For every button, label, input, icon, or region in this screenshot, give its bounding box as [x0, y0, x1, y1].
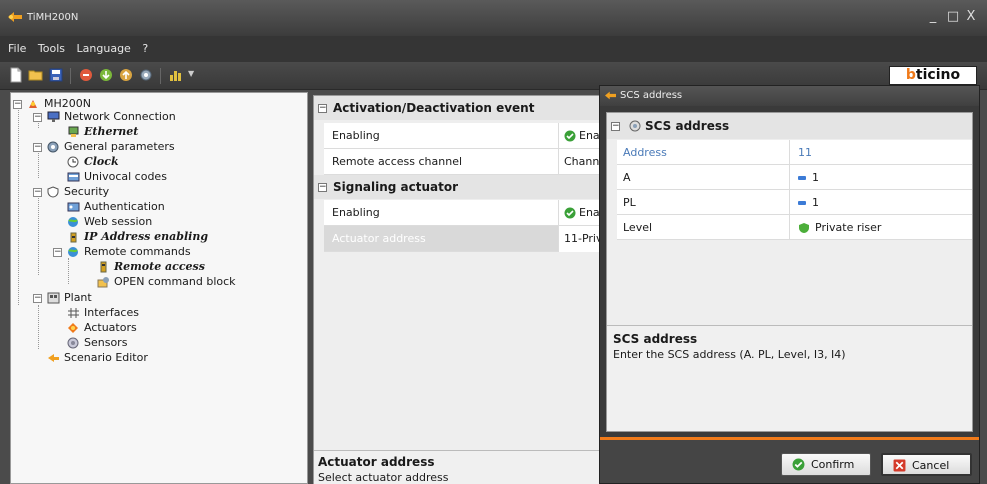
- tree-line: [38, 305, 39, 349]
- maximize-button[interactable]: □: [944, 8, 962, 26]
- property-row-enabling[interactable]: Enabling Enab: [324, 123, 601, 149]
- property-row-remote-access-channel[interactable]: Remote access channel Channel: [324, 149, 601, 175]
- actuator-icon: [68, 323, 78, 333]
- property-value[interactable]: Enab: [558, 123, 601, 149]
- scenario-icon: [48, 354, 59, 362]
- clock-icon: [67, 156, 79, 168]
- group-signaling-actuator[interactable]: − Signaling actuator: [314, 175, 601, 199]
- toolbar-separator: [70, 68, 71, 84]
- dialog-footer: Confirm Cancel: [600, 437, 979, 483]
- dialog-row-level[interactable]: Level Private riser: [617, 215, 972, 240]
- group-activation-deactivation[interactable]: − Activation/Deactivation event: [314, 96, 601, 120]
- open-folder-icon[interactable]: [28, 67, 44, 83]
- collapse-icon[interactable]: −: [611, 122, 620, 131]
- group-scs-address[interactable]: − SCS address: [607, 113, 972, 139]
- menu-help[interactable]: ?: [142, 42, 148, 55]
- app-icon: [8, 12, 22, 22]
- property-row-actuator-address[interactable]: Actuator address 11-Priva: [324, 226, 601, 252]
- settings-icon[interactable]: [138, 67, 154, 83]
- receive-icon[interactable]: [98, 67, 114, 83]
- cancel-icon: [893, 459, 906, 472]
- dialog-row-a[interactable]: A 1: [617, 165, 972, 190]
- chevron-down-icon[interactable]: ▼: [188, 69, 194, 78]
- collapse-icon[interactable]: −: [33, 143, 42, 152]
- chart-icon[interactable]: [168, 67, 184, 83]
- menu-bar: File Tools Language ?: [0, 36, 987, 62]
- dialog-property-grid: − SCS address Address 11 A 1 PL 1 Level …: [606, 112, 973, 432]
- id-card-icon: [67, 202, 80, 212]
- menu-language[interactable]: Language: [77, 42, 131, 55]
- sensor-icon: [67, 337, 79, 349]
- ethernet-icon: [68, 126, 79, 137]
- interface-icon: [68, 308, 79, 318]
- property-value[interactable]: Enab: [558, 200, 601, 226]
- scs-address-dialog: SCS address − SCS address Address 11 A 1…: [599, 85, 980, 484]
- send-icon[interactable]: [118, 67, 134, 83]
- check-icon: [564, 130, 576, 142]
- gear-icon: [47, 141, 59, 153]
- dialog-title-bar[interactable]: SCS address: [600, 86, 979, 106]
- confirm-button[interactable]: Confirm: [781, 453, 871, 476]
- shield-icon: [47, 186, 59, 198]
- window-title: TiMH200N: [27, 12, 79, 23]
- globe-icon: [68, 247, 78, 257]
- collapse-icon[interactable]: −: [13, 100, 22, 109]
- menu-tools[interactable]: Tools: [38, 42, 65, 55]
- tree-line: [18, 105, 19, 305]
- cancel-button[interactable]: Cancel: [881, 453, 972, 476]
- property-value[interactable]: Channel: [558, 149, 601, 175]
- property-description: Actuator address Select actuator address: [314, 450, 601, 484]
- check-icon: [564, 207, 576, 219]
- bticino-logo: bticino: [889, 66, 977, 85]
- collapse-icon[interactable]: −: [33, 113, 42, 122]
- collapse-icon[interactable]: −: [318, 183, 327, 192]
- collapse-icon[interactable]: −: [33, 188, 42, 197]
- globe-icon: [68, 217, 78, 227]
- tree-line: [68, 258, 69, 284]
- app-icon: [605, 91, 616, 100]
- collapse-icon[interactable]: −: [33, 294, 42, 303]
- dialog-row-pl[interactable]: PL 1: [617, 190, 972, 215]
- navigation-tree: − MH200N − Network Connection Ethernet −…: [10, 92, 308, 484]
- menu-file[interactable]: File: [8, 42, 26, 55]
- command-block-icon: [97, 277, 109, 288]
- collapse-icon[interactable]: −: [53, 248, 62, 257]
- connect-icon[interactable]: [78, 67, 94, 83]
- gear-icon: [629, 120, 641, 132]
- tree-line: [38, 148, 39, 178]
- remote-icon: [100, 261, 107, 273]
- card-icon: [67, 172, 80, 182]
- collapse-icon[interactable]: −: [318, 104, 327, 113]
- lock-icon: [70, 232, 77, 243]
- tree-line: [38, 193, 39, 275]
- title-bar: TiMH200N _ □ X: [0, 0, 987, 36]
- shield-icon: [799, 223, 809, 233]
- check-icon: [792, 458, 805, 471]
- value-marker-icon: [798, 201, 806, 205]
- property-row-enabling-2[interactable]: Enabling Enab: [324, 200, 601, 226]
- minimize-button[interactable]: _: [924, 8, 942, 26]
- dialog-row-address[interactable]: Address 11: [617, 140, 972, 165]
- property-value[interactable]: 11-Priva: [558, 226, 601, 252]
- save-icon[interactable]: [48, 67, 64, 83]
- dialog-description: SCS address Enter the SCS address (A. PL…: [607, 325, 972, 431]
- device-icon: [29, 100, 37, 108]
- value-marker-icon: [798, 176, 806, 180]
- network-icon: [47, 111, 60, 122]
- new-file-icon[interactable]: [8, 67, 24, 83]
- close-button[interactable]: X: [962, 8, 980, 26]
- plant-icon: [47, 292, 60, 304]
- property-grid: − Activation/Deactivation event Enabling…: [313, 95, 601, 484]
- toolbar-separator: [160, 68, 161, 84]
